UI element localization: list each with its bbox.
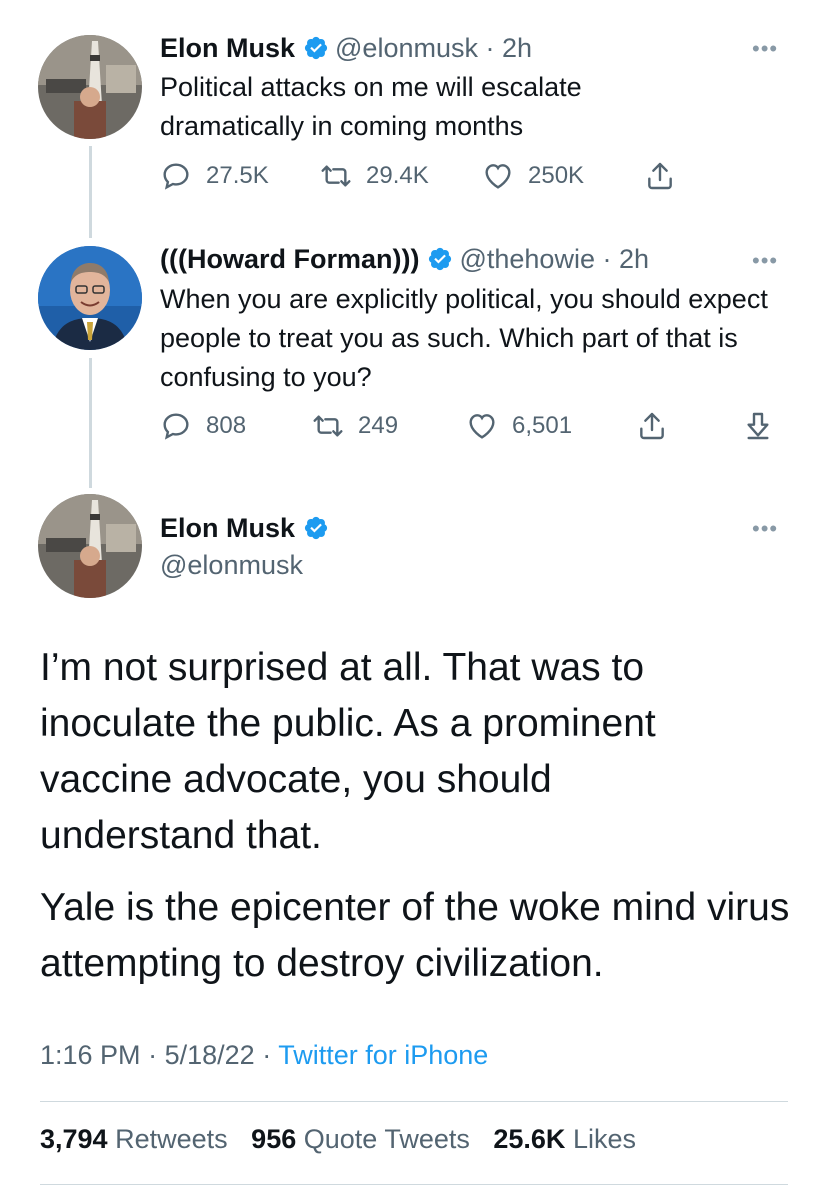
- verified-badge-icon: [304, 36, 328, 60]
- reply-icon: [163, 163, 189, 190]
- more-options-icon[interactable]: •••: [752, 516, 778, 542]
- reply-icon: [163, 413, 189, 440]
- share-icon: [648, 162, 672, 190]
- quotes-label: Quote Tweets: [303, 1124, 470, 1154]
- author-name[interactable]: Elon Musk: [160, 33, 295, 63]
- retweet-count: 29.4K: [366, 162, 429, 189]
- more-options-icon[interactable]: •••: [752, 36, 778, 62]
- tweet-paragraph: Yale is the epicenter of the woke mind v…: [40, 886, 790, 985]
- timestamp[interactable]: · 2h: [486, 33, 533, 63]
- meta-separator: ·: [148, 1040, 158, 1070]
- author-handle[interactable]: @elonmusk: [160, 549, 303, 581]
- reply-button[interactable]: 27.5K: [160, 160, 269, 192]
- retweets-label: Retweets: [115, 1124, 228, 1154]
- reply-count: 27.5K: [206, 162, 269, 189]
- like-button[interactable]: 6,501: [466, 410, 572, 442]
- avatar[interactable]: [38, 494, 142, 598]
- thread-line: [89, 146, 92, 238]
- tweet-time[interactable]: 1:16 PM: [40, 1040, 141, 1070]
- tweet-meta: 1:16 PM · 5/18/22 · Twitter for iPhone: [40, 1040, 488, 1071]
- retweets-stat[interactable]: 3,794 Retweets: [40, 1124, 228, 1154]
- tweet-text: Political attacks on me will escalate dr…: [160, 72, 582, 141]
- tweet-text: When you are explicitly political, you s…: [160, 284, 768, 392]
- tweet-paragraph: I’m not surprised at all. That was to in…: [40, 646, 656, 857]
- like-icon: [485, 164, 511, 189]
- share-button[interactable]: [644, 160, 690, 192]
- retweet-button[interactable]: 29.4K: [320, 160, 429, 192]
- retweets-count: 3,794: [40, 1124, 108, 1154]
- divider: [40, 1184, 788, 1185]
- download-icon: [747, 412, 769, 440]
- more-options-icon[interactable]: •••: [752, 248, 778, 274]
- avatar[interactable]: [38, 246, 142, 350]
- divider: [40, 1101, 788, 1102]
- verified-badge-icon: [304, 516, 328, 540]
- retweet-icon: [313, 415, 343, 437]
- tweet-source-link[interactable]: Twitter for iPhone: [278, 1040, 488, 1070]
- reply-button[interactable]: 808: [160, 410, 246, 442]
- author-handle[interactable]: @elonmusk: [335, 33, 478, 63]
- thread-line: [89, 358, 92, 488]
- retweet-count: 249: [358, 412, 399, 439]
- author-name[interactable]: Elon Musk: [160, 513, 295, 543]
- engagement-stats: 3,794 Retweets 956 Quote Tweets 25.6K Li…: [40, 1124, 636, 1155]
- download-button[interactable]: [742, 410, 788, 442]
- avatar[interactable]: [38, 35, 142, 139]
- likes-count: 25.6K: [493, 1124, 566, 1154]
- share-icon: [640, 412, 664, 440]
- retweet-button[interactable]: 249: [312, 410, 398, 442]
- author-name[interactable]: (((Howard Forman))): [160, 244, 419, 274]
- like-count: 250K: [528, 162, 585, 189]
- tweet-date[interactable]: 5/18/22: [165, 1040, 255, 1070]
- timestamp[interactable]: · 2h: [602, 244, 649, 274]
- likes-stat[interactable]: 25.6K Likes: [493, 1124, 636, 1154]
- reply-count: 808: [206, 412, 247, 439]
- verified-badge-icon: [429, 247, 452, 271]
- like-count: 6,501: [512, 412, 573, 439]
- share-button[interactable]: [636, 410, 682, 442]
- like-icon: [469, 414, 495, 439]
- quote-tweets-stat[interactable]: 956 Quote Tweets: [251, 1124, 470, 1154]
- like-button[interactable]: 250K: [482, 160, 584, 192]
- author-handle[interactable]: @thehowie: [459, 244, 595, 274]
- retweet-icon: [321, 165, 351, 187]
- likes-label: Likes: [572, 1124, 636, 1154]
- meta-separator: ·: [262, 1040, 272, 1070]
- quotes-count: 956: [251, 1124, 297, 1154]
